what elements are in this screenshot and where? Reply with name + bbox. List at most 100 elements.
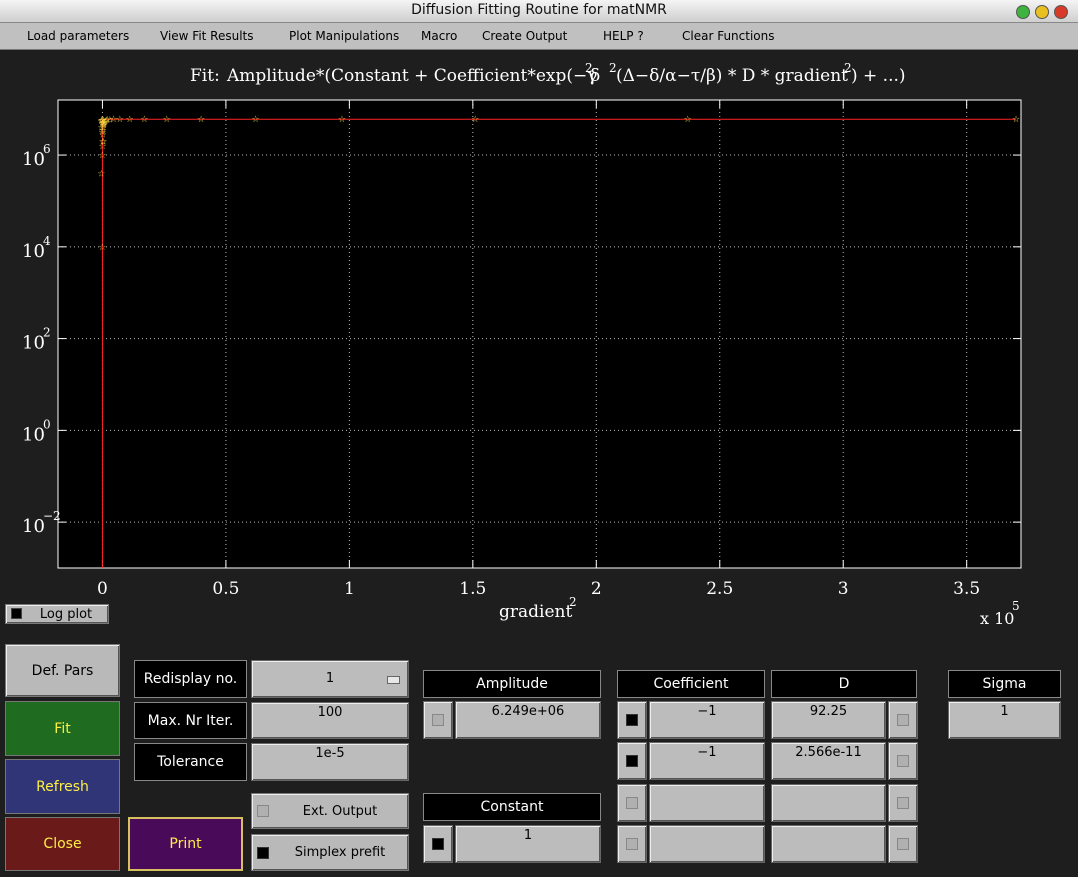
menu-macro[interactable]: Macro xyxy=(421,29,457,43)
x-axis-multiplier-exponent: 5 xyxy=(1012,599,1020,613)
formula-part2: δ xyxy=(590,66,600,86)
simplex-prefit-checkbox[interactable]: Simplex prefit xyxy=(251,834,409,871)
constant-input[interactable]: 1 xyxy=(455,825,601,863)
fit-formula: Fit: Amplitude*(Constant + Coefficient*e… xyxy=(190,61,906,86)
menu-load-parameters[interactable]: Load parameters xyxy=(27,29,129,43)
redisplay-select[interactable]: 1 xyxy=(251,660,409,698)
fit-button[interactable]: Fit xyxy=(5,701,120,756)
sigma-input[interactable]: 1 xyxy=(948,701,1061,739)
constant-check-icon xyxy=(432,838,444,850)
formula-prefix: Fit: xyxy=(190,66,220,86)
coefficient-fix-checkbox-1[interactable] xyxy=(617,701,647,739)
menu-create-output[interactable]: Create Output xyxy=(482,29,567,43)
coefficient-input-2[interactable]: −1 xyxy=(649,742,765,780)
y-tick-label-base: 10 xyxy=(22,424,45,445)
simplex-prefit-label: Simplex prefit xyxy=(294,845,386,860)
tolerance-label: Tolerance xyxy=(134,743,247,781)
plot-area: Fit: Amplitude*(Constant + Coefficient*e… xyxy=(22,61,1022,628)
y-tick-label-exponent: 0 xyxy=(43,417,51,431)
x-tick-label: 1.5 xyxy=(459,579,486,599)
simplex-prefit-check-icon xyxy=(257,847,269,859)
x-tick-label: 1 xyxy=(344,579,355,599)
formula-part1: Amplitude*(Constant + Coefficient*exp(−γ xyxy=(226,66,597,86)
d-fix-checkbox-1[interactable] xyxy=(888,701,918,739)
ext-output-checkbox[interactable]: Ext. Output xyxy=(251,793,409,829)
max-iter-label: Max. Nr Iter. xyxy=(134,702,247,739)
d-input-1[interactable]: 92.25 xyxy=(771,701,886,739)
d-input-2[interactable]: 2.566e-11 xyxy=(771,742,886,780)
log-plot-checkbox[interactable]: Log plot xyxy=(5,604,109,624)
coefficient-3-check-icon xyxy=(626,797,638,809)
menu-view-fit-results[interactable]: View Fit Results xyxy=(160,29,254,43)
data-point: ☆ xyxy=(98,151,106,161)
menu-plot-manipulations[interactable]: Plot Manipulations xyxy=(289,29,399,43)
x-tick-label: 2 xyxy=(591,579,602,599)
data-point: ☆ xyxy=(197,115,205,125)
d-fix-checkbox-4[interactable] xyxy=(888,825,918,863)
amplitude-fix-checkbox[interactable] xyxy=(423,701,453,739)
d-input-3[interactable] xyxy=(771,784,886,822)
axes-box xyxy=(57,99,1022,569)
coefficient-input-1[interactable]: −1 xyxy=(649,701,765,739)
d-2-check-icon xyxy=(897,755,909,767)
x-axis-label-exponent: 2 xyxy=(569,595,577,609)
d-input-4[interactable] xyxy=(771,825,886,863)
data-point: ☆ xyxy=(471,115,479,125)
x-tick-label: 0 xyxy=(97,579,108,599)
coefficient-input-4[interactable] xyxy=(649,825,765,863)
data-point: ☆ xyxy=(1012,115,1020,125)
constant-fix-checkbox[interactable] xyxy=(423,825,453,863)
amplitude-label: Amplitude xyxy=(423,670,601,698)
d-fix-checkbox-3[interactable] xyxy=(888,784,918,822)
x-tick-label: 3.5 xyxy=(953,579,980,599)
formula-part4: ) + ...) xyxy=(851,66,906,86)
menu-bar: Load parameters View Fit Results Plot Mani… xyxy=(0,23,1078,50)
menu-help[interactable]: HELP ? xyxy=(603,29,644,43)
log-plot-check-icon xyxy=(11,608,22,619)
y-tick-label-exponent: −2 xyxy=(43,509,61,523)
data-point: ☆ xyxy=(97,169,105,179)
y-tick-label-base: 10 xyxy=(22,516,45,537)
amplitude-check-icon xyxy=(432,714,444,726)
menu-clear-functions[interactable]: Clear Functions xyxy=(682,29,775,43)
y-tick-label-exponent: 2 xyxy=(43,326,51,340)
formula-part3: (Δ−δ/α−τ/β) * D * gradient xyxy=(616,66,848,86)
redisplay-label: Redisplay no. xyxy=(134,660,247,698)
coefficient-fix-checkbox-4[interactable] xyxy=(617,825,647,863)
y-tick-label-exponent: 6 xyxy=(43,142,51,156)
coefficient-fix-checkbox-3[interactable] xyxy=(617,784,647,822)
close-window-button[interactable] xyxy=(1054,5,1068,19)
amplitude-input[interactable]: 6.249e+06 xyxy=(455,701,601,739)
dropdown-arrow-icon xyxy=(387,676,400,684)
d-label: D xyxy=(771,670,917,698)
window-title: Diffusion Fitting Routine for matNMR xyxy=(411,2,667,18)
d-fix-checkbox-2[interactable] xyxy=(888,742,918,780)
coefficient-2-check-icon xyxy=(626,755,638,767)
def-pars-button[interactable]: Def. Pars xyxy=(5,644,120,697)
y-tick-label-base: 10 xyxy=(22,333,45,354)
coefficient-fix-checkbox-2[interactable] xyxy=(617,742,647,780)
y-tick-label-exponent: 4 xyxy=(43,234,51,248)
x-tick-label: 0.5 xyxy=(212,579,239,599)
data-point: ☆ xyxy=(684,115,692,125)
coefficient-label: Coefficient xyxy=(617,670,765,698)
log-plot-label: Log plot xyxy=(39,606,93,622)
data-point: ☆ xyxy=(98,243,106,253)
close-button[interactable]: Close xyxy=(5,817,120,871)
coefficient-4-check-icon xyxy=(626,838,638,850)
data-point: ☆ xyxy=(116,115,124,125)
data-point: ☆ xyxy=(251,115,259,125)
x-tick-label: 2.5 xyxy=(706,579,733,599)
max-iter-input[interactable]: 100 xyxy=(251,702,409,739)
minimize-window-button[interactable] xyxy=(1035,5,1049,19)
data-point: ☆ xyxy=(163,115,171,125)
y-tick-label-base: 10 xyxy=(22,241,45,262)
data-point: ☆ xyxy=(338,115,346,125)
coefficient-input-3[interactable] xyxy=(649,784,765,822)
x-tick-label: 3 xyxy=(838,579,849,599)
print-button[interactable]: Print xyxy=(128,817,243,871)
maximize-window-button[interactable] xyxy=(1016,5,1030,19)
tolerance-input[interactable]: 1e-5 xyxy=(251,743,409,781)
data-point: ☆ xyxy=(140,115,148,125)
refresh-button[interactable]: Refresh xyxy=(5,759,120,814)
